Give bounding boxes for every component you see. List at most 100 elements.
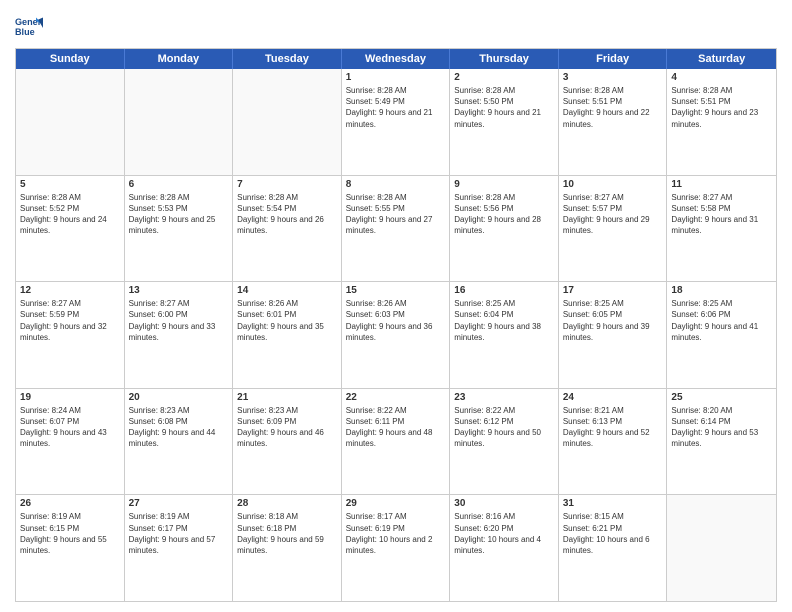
day-number: 28 (237, 498, 337, 509)
calendar-body: 1 Sunrise: 8:28 AMSunset: 5:49 PMDaylight… (16, 69, 776, 601)
day-cell: 4 Sunrise: 8:28 AMSunset: 5:51 PMDaylight… (667, 69, 776, 175)
day-number: 11 (671, 179, 772, 190)
day-number: 9 (454, 179, 554, 190)
day-cell: 8 Sunrise: 8:28 AMSunset: 5:55 PMDaylight… (342, 176, 451, 282)
day-number: 26 (20, 498, 120, 509)
day-info: Sunrise: 8:22 AMSunset: 6:11 PMDaylight:… (346, 405, 446, 450)
day-header: Thursday (450, 49, 559, 69)
day-number: 27 (129, 498, 229, 509)
day-cell: 17Sunrise: 8:25 AMSunset: 6:05 PMDayligh… (559, 282, 668, 388)
day-cell: 13 Sunrise: 8:27 AMSunset: 6:00 PMDayligh… (125, 282, 234, 388)
day-cell (125, 69, 234, 175)
day-info: Sunrise: 8:27 AMSunset: 5:58 PMDaylight:… (671, 192, 772, 237)
day-info: Sunrise: 8:28 AMSunset: 5:49 PMDaylight:… (346, 85, 446, 130)
day-number: 21 (237, 392, 337, 403)
day-number: 23 (454, 392, 554, 403)
day-cell: 30 Sunrise: 8:16 AMSunset: 6:20 PMDayligh… (450, 495, 559, 601)
day-cell: 11 Sunrise: 8:27 AMSunset: 5:58 PMDayligh… (667, 176, 776, 282)
day-info: Sunrise: 8:28 AMSunset: 5:52 PMDaylight:… (20, 192, 120, 237)
day-cell: 3Sunrise: 8:28 AMSunset: 5:51 PMDaylight… (559, 69, 668, 175)
header: General Blue (15, 10, 777, 42)
day-number: 1 (346, 72, 446, 83)
day-number: 12 (20, 285, 120, 296)
day-cell: 1 Sunrise: 8:28 AMSunset: 5:49 PMDaylight… (342, 69, 451, 175)
day-info: Sunrise: 8:28 AMSunset: 5:54 PMDaylight:… (237, 192, 337, 237)
day-info: Sunrise: 8:20 AMSunset: 6:14 PMDaylight:… (671, 405, 772, 450)
day-cell: 18 Sunrise: 8:25 AMSunset: 6:06 PMDayligh… (667, 282, 776, 388)
day-info: Sunrise: 8:28 AMSunset: 5:51 PMDaylight:… (671, 85, 772, 130)
day-number: 18 (671, 285, 772, 296)
day-number: 13 (129, 285, 229, 296)
day-cell: 15 Sunrise: 8:26 AMSunset: 6:03 PMDayligh… (342, 282, 451, 388)
day-info: Sunrise: 8:24 AMSunset: 6:07 PMDaylight:… (20, 405, 120, 450)
day-number: 29 (346, 498, 446, 509)
week-row: 5 Sunrise: 8:28 AMSunset: 5:52 PMDaylight… (16, 176, 776, 283)
day-number: 10 (563, 179, 663, 190)
day-number: 30 (454, 498, 554, 509)
day-number: 19 (20, 392, 120, 403)
day-info: Sunrise: 8:26 AMSunset: 6:03 PMDaylight:… (346, 298, 446, 343)
day-number: 31 (563, 498, 663, 509)
day-header: Saturday (667, 49, 776, 69)
day-number: 17 (563, 285, 663, 296)
day-info: Sunrise: 8:26 AMSunset: 6:01 PMDaylight:… (237, 298, 337, 343)
day-cell: 26 Sunrise: 8:19 AMSunset: 6:15 PMDayligh… (16, 495, 125, 601)
day-number: 24 (563, 392, 663, 403)
day-header: Monday (125, 49, 234, 69)
day-cell: 27 Sunrise: 8:19 AMSunset: 6:17 PMDayligh… (125, 495, 234, 601)
week-row: 19 Sunrise: 8:24 AMSunset: 6:07 PMDayligh… (16, 389, 776, 496)
day-cell: 7Sunrise: 8:28 AMSunset: 5:54 PMDaylight… (233, 176, 342, 282)
day-info: Sunrise: 8:27 AMSunset: 5:59 PMDaylight:… (20, 298, 120, 343)
day-info: Sunrise: 8:27 AMSunset: 6:00 PMDaylight:… (129, 298, 229, 343)
day-cell (667, 495, 776, 601)
day-cell: 9Sunrise: 8:28 AMSunset: 5:56 PMDaylight… (450, 176, 559, 282)
day-number: 8 (346, 179, 446, 190)
day-cell: 25Sunrise: 8:20 AMSunset: 6:14 PMDayligh… (667, 389, 776, 495)
day-info: Sunrise: 8:18 AMSunset: 6:18 PMDaylight:… (237, 511, 337, 556)
week-row: 26 Sunrise: 8:19 AMSunset: 6:15 PMDayligh… (16, 495, 776, 601)
day-cell: 31Sunrise: 8:15 AMSunset: 6:21 PMDayligh… (559, 495, 668, 601)
day-cell: 29 Sunrise: 8:17 AMSunset: 6:19 PMDayligh… (342, 495, 451, 601)
day-number: 4 (671, 72, 772, 83)
day-cell: 14 Sunrise: 8:26 AMSunset: 6:01 PMDayligh… (233, 282, 342, 388)
logo-icon: General Blue (15, 14, 43, 42)
day-number: 20 (129, 392, 229, 403)
day-info: Sunrise: 8:28 AMSunset: 5:55 PMDaylight:… (346, 192, 446, 237)
day-info: Sunrise: 8:19 AMSunset: 6:15 PMDaylight:… (20, 511, 120, 556)
day-cell (233, 69, 342, 175)
day-cell: 19 Sunrise: 8:24 AMSunset: 6:07 PMDayligh… (16, 389, 125, 495)
day-cell: 21 Sunrise: 8:23 AMSunset: 6:09 PMDayligh… (233, 389, 342, 495)
day-info: Sunrise: 8:17 AMSunset: 6:19 PMDaylight:… (346, 511, 446, 556)
page: General Blue SundayMondayTuesdayWednesda… (0, 0, 792, 612)
week-row: 1 Sunrise: 8:28 AMSunset: 5:49 PMDaylight… (16, 69, 776, 176)
day-info: Sunrise: 8:27 AMSunset: 5:57 PMDaylight:… (563, 192, 663, 237)
day-number: 14 (237, 285, 337, 296)
day-cell: 20 Sunrise: 8:23 AMSunset: 6:08 PMDayligh… (125, 389, 234, 495)
day-cell: 12 Sunrise: 8:27 AMSunset: 5:59 PMDayligh… (16, 282, 125, 388)
day-info: Sunrise: 8:23 AMSunset: 6:08 PMDaylight:… (129, 405, 229, 450)
day-cell: 2 Sunrise: 8:28 AMSunset: 5:50 PMDaylight… (450, 69, 559, 175)
day-info: Sunrise: 8:16 AMSunset: 6:20 PMDaylight:… (454, 511, 554, 556)
day-number: 5 (20, 179, 120, 190)
day-header: Sunday (16, 49, 125, 69)
day-cell: 24Sunrise: 8:21 AMSunset: 6:13 PMDayligh… (559, 389, 668, 495)
day-info: Sunrise: 8:22 AMSunset: 6:12 PMDaylight:… (454, 405, 554, 450)
day-info: Sunrise: 8:28 AMSunset: 5:50 PMDaylight:… (454, 85, 554, 130)
logo: General Blue (15, 14, 47, 42)
day-info: Sunrise: 8:28 AMSunset: 5:53 PMDaylight:… (129, 192, 229, 237)
day-info: Sunrise: 8:25 AMSunset: 6:06 PMDaylight:… (671, 298, 772, 343)
day-header: Friday (559, 49, 668, 69)
day-info: Sunrise: 8:19 AMSunset: 6:17 PMDaylight:… (129, 511, 229, 556)
day-header: Tuesday (233, 49, 342, 69)
day-info: Sunrise: 8:28 AMSunset: 5:51 PMDaylight:… (563, 85, 663, 130)
day-cell (16, 69, 125, 175)
day-cell: 6Sunrise: 8:28 AMSunset: 5:53 PMDaylight… (125, 176, 234, 282)
day-number: 15 (346, 285, 446, 296)
day-number: 16 (454, 285, 554, 296)
day-info: Sunrise: 8:25 AMSunset: 6:04 PMDaylight:… (454, 298, 554, 343)
day-number: 2 (454, 72, 554, 83)
day-cell: 23 Sunrise: 8:22 AMSunset: 6:12 PMDayligh… (450, 389, 559, 495)
day-cell: 5 Sunrise: 8:28 AMSunset: 5:52 PMDaylight… (16, 176, 125, 282)
day-number: 22 (346, 392, 446, 403)
day-info: Sunrise: 8:23 AMSunset: 6:09 PMDaylight:… (237, 405, 337, 450)
